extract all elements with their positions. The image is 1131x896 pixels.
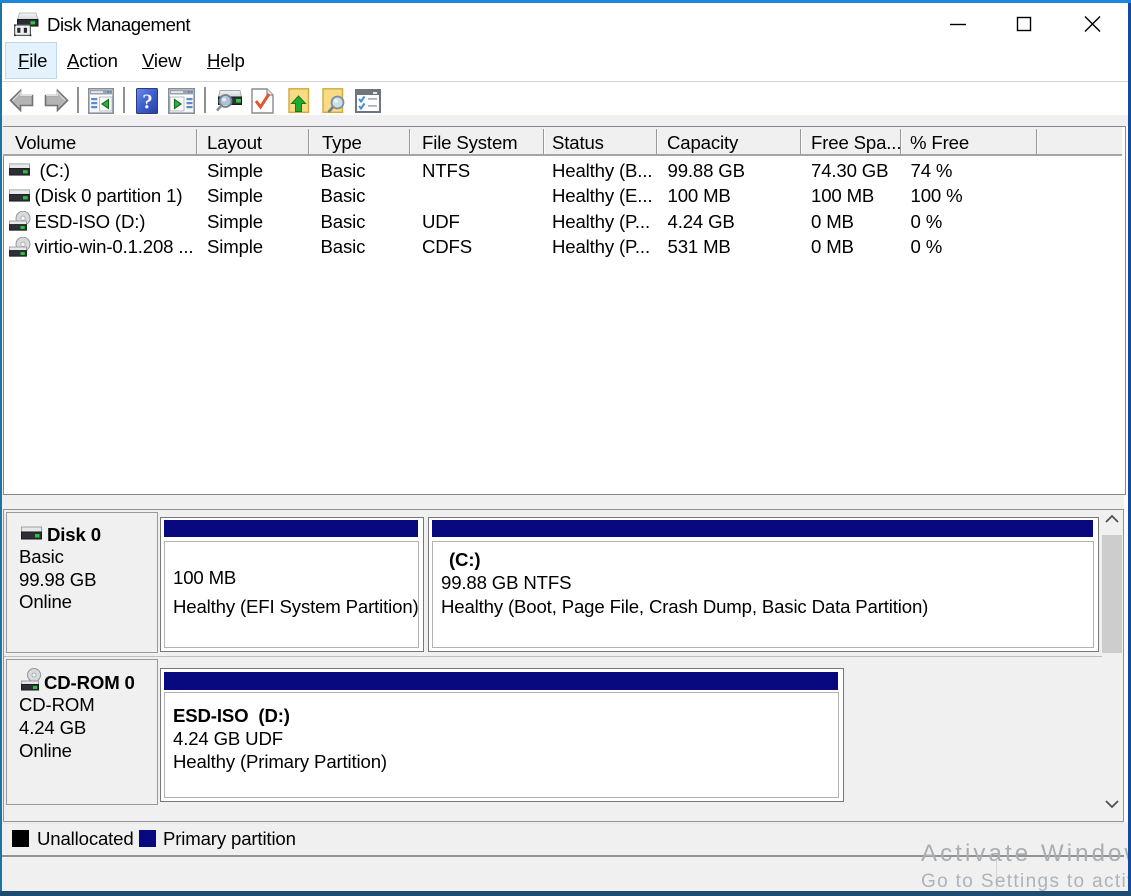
svg-text:?: ? xyxy=(142,90,153,114)
